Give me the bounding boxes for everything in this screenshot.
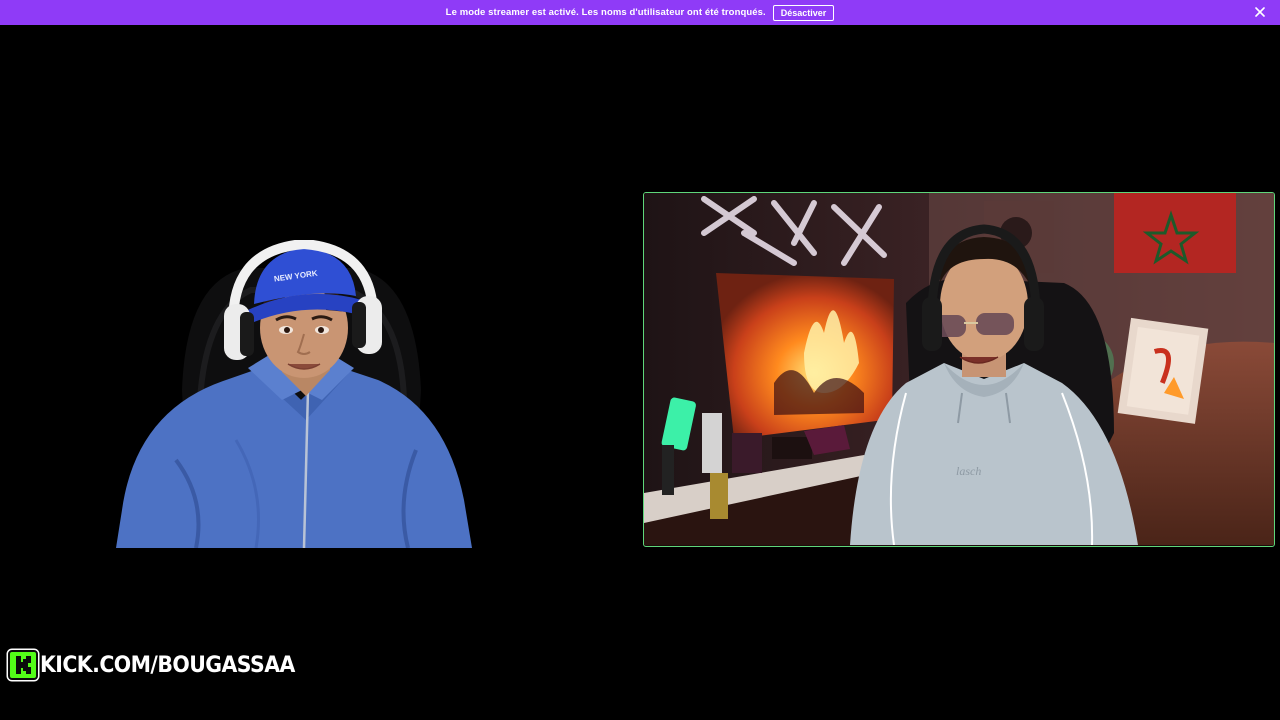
kick-channel-url: KICK.COM/BOUGASSAA <box>39 652 295 678</box>
stream-viewport: Le mode streamer est activé. Les noms d'… <box>0 0 1280 720</box>
close-icon[interactable] <box>1252 4 1268 20</box>
webcam-right: lasch <box>643 192 1275 547</box>
hoodie-logo: lasch <box>956 464 981 478</box>
streamer-mode-banner: Le mode streamer est activé. Les noms d'… <box>0 0 1280 25</box>
deactivate-button[interactable]: Désactiver <box>772 4 835 21</box>
kick-watermark: KICK.COM/BOUGASSAA <box>8 648 314 682</box>
streamer-mode-message: Le mode streamer est activé. Les noms d'… <box>445 7 766 18</box>
kick-logo-icon <box>8 650 38 680</box>
webcam-left: NEW YORK <box>116 240 472 548</box>
